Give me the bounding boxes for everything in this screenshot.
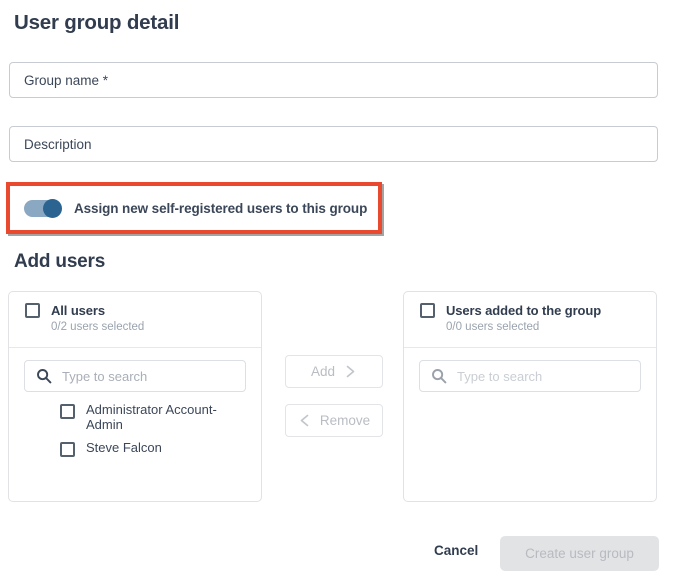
remove-button-label: Remove	[319, 413, 371, 428]
added-users-panel: Users added to the group 0/0 users selec…	[403, 291, 657, 502]
user-checkbox[interactable]	[60, 442, 75, 457]
added-users-title: Users added to the group	[446, 303, 602, 318]
all-users-selected-count: 0/2 users selected	[51, 321, 145, 333]
select-all-added-users-checkbox[interactable]	[420, 303, 435, 318]
all-users-panel: All users 0/2 users selected Type to sea…	[8, 291, 262, 502]
cancel-button[interactable]: Cancel	[434, 543, 478, 558]
remove-button[interactable]: Remove	[285, 404, 383, 437]
select-all-users-checkbox[interactable]	[25, 303, 40, 318]
create-user-group-label: Create user group	[525, 546, 634, 561]
all-users-panel-header: All users 0/2 users selected	[9, 292, 261, 348]
chevron-left-icon	[300, 414, 309, 427]
added-users-search-input[interactable]: Type to search	[419, 360, 641, 392]
assign-self-registered-toggle-row[interactable]: Assign new self-registered users to this…	[10, 186, 378, 230]
added-users-selected-count: 0/0 users selected	[446, 321, 540, 333]
create-user-group-button[interactable]: Create user group	[500, 536, 659, 571]
added-users-panel-header: Users added to the group 0/0 users selec…	[404, 292, 656, 348]
list-item[interactable]: Administrator Account-Admin	[9, 398, 261, 436]
description-input[interactable]: Description	[9, 126, 658, 162]
add-button[interactable]: Add	[285, 355, 383, 388]
user-checkbox[interactable]	[60, 404, 75, 419]
add-users-heading: Add users	[14, 251, 106, 272]
all-users-title: All users	[51, 303, 106, 318]
assign-self-registered-toggle[interactable]	[24, 198, 62, 218]
add-button-label: Add	[310, 364, 336, 379]
toggle-highlight-annotation: Assign new self-registered users to this…	[6, 182, 382, 234]
all-users-search-placeholder: Type to search	[62, 368, 148, 384]
page-title: User group detail	[14, 11, 180, 34]
assign-self-registered-label: Assign new self-registered users to this…	[74, 200, 368, 216]
toggle-knob	[43, 198, 62, 218]
all-users-list: Administrator Account-Admin Steve Falcon	[9, 398, 261, 461]
added-users-search-placeholder: Type to search	[457, 368, 543, 384]
group-name-input[interactable]: Group name *	[9, 62, 658, 98]
user-group-detail-page: User group detail Group name * Descripti…	[0, 0, 675, 588]
search-icon	[432, 369, 447, 384]
all-users-search-input[interactable]: Type to search	[24, 360, 246, 392]
group-name-placeholder: Group name *	[24, 72, 109, 88]
chevron-right-icon	[346, 365, 355, 378]
user-name: Steve Falcon	[86, 440, 162, 455]
search-icon	[37, 369, 52, 384]
user-name: Administrator Account-Admin	[86, 402, 217, 432]
list-item[interactable]: Steve Falcon	[9, 436, 261, 461]
description-placeholder: Description	[24, 136, 92, 152]
